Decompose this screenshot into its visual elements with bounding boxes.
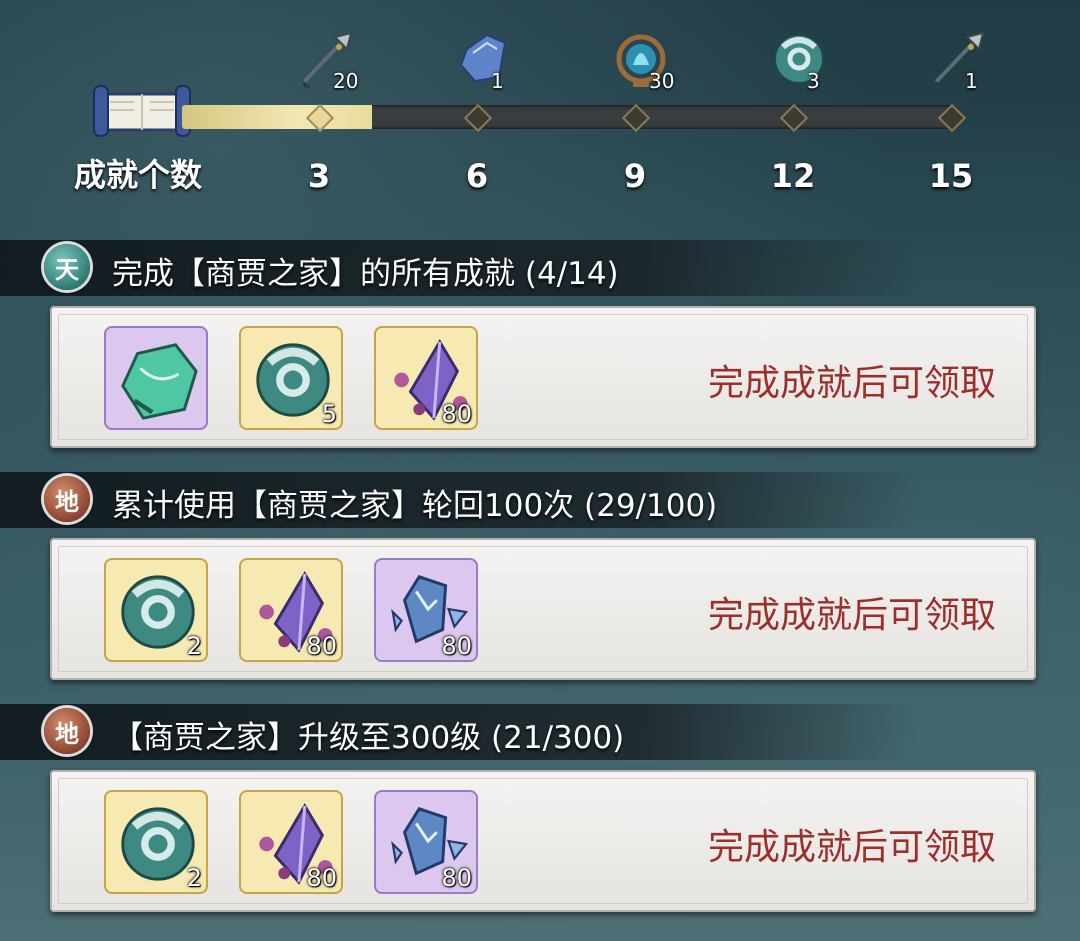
achievement-title: 完成【商贾之家】的所有成就 (4/14) [112, 256, 619, 292]
achievement-panel: 2 80 80 完成成就后可领取 [50, 538, 1036, 680]
claim-status: 完成成就后可领取 [707, 827, 996, 868]
achievement-title: 【商贾之家】升级至300级 (21/300) [112, 720, 625, 756]
reward-quantity: 80 [441, 632, 472, 660]
reward-quantity: 80 [306, 632, 337, 660]
reward-item[interactable]: 80 [239, 558, 343, 662]
reward-quantity: 80 [441, 400, 472, 428]
reward-quantity: 80 [306, 864, 337, 892]
milestone-value: 6 [465, 157, 489, 195]
achievement-panel: 5 80 完成成就后可领取 [50, 306, 1036, 448]
claim-status: 完成成就后可领取 [707, 595, 996, 636]
achievement-panel: 2 80 80 完成成就后可领取 [50, 770, 1036, 912]
achievement-header: 地 【商贾之家】升级至300级 (21/300) [0, 704, 920, 760]
progress-label: 成就个数 [74, 156, 203, 194]
reward-item[interactable]: 5 [239, 326, 343, 430]
reward-item[interactable]: 2 [104, 790, 208, 894]
grade-badge: 地 [44, 708, 90, 754]
milestone-value: 9 [623, 157, 647, 195]
reward-item[interactable]: 80 [374, 558, 478, 662]
green-crystal-icon [121, 343, 198, 420]
milestone-reward[interactable] [453, 29, 513, 89]
scroll-icon [93, 85, 191, 137]
milestone-reward[interactable] [927, 29, 987, 89]
milestone-reward[interactable] [769, 29, 829, 89]
achievement-header: 天 完成【商贾之家】的所有成就 (4/14) [0, 240, 920, 296]
reward-item[interactable]: 2 [104, 558, 208, 662]
milestone-reward-count: 3 [807, 69, 820, 93]
reward-quantity: 5 [321, 400, 337, 428]
milestone-value: 12 [770, 157, 816, 195]
grade-badge: 地 [44, 476, 90, 522]
reward-quantity: 80 [441, 864, 472, 892]
achievement-title: 累计使用【商贾之家】轮回100次 (29/100) [112, 488, 718, 524]
blue-crystal-icon [459, 33, 507, 83]
milestone-reward-count: 1 [491, 69, 504, 93]
reward-item[interactable] [104, 326, 208, 430]
reward-item[interactable]: 80 [239, 790, 343, 894]
progress-track [182, 105, 952, 129]
reward-item[interactable]: 80 [374, 790, 478, 894]
reward-item[interactable]: 80 [374, 326, 478, 430]
milestone-reward-count: 20 [333, 69, 359, 93]
milestone-value: 3 [307, 157, 331, 195]
jade-ring-icon [774, 34, 824, 84]
reward-quantity: 2 [186, 632, 202, 660]
grade-badge: 天 [44, 244, 90, 290]
progress-fill [182, 105, 372, 129]
achievement-progress: 成就个数 20 3 1 6 30 9 3 12 1 15 [0, 0, 1080, 200]
milestone-reward-count: 1 [965, 69, 978, 93]
spear-icon [933, 31, 985, 89]
milestone-value: 15 [928, 157, 974, 195]
reward-quantity: 2 [186, 864, 202, 892]
milestone-reward-count: 30 [649, 69, 675, 93]
claim-status: 完成成就后可领取 [707, 363, 996, 404]
achievement-header: 地 累计使用【商贾之家】轮回100次 (29/100) [0, 472, 920, 528]
